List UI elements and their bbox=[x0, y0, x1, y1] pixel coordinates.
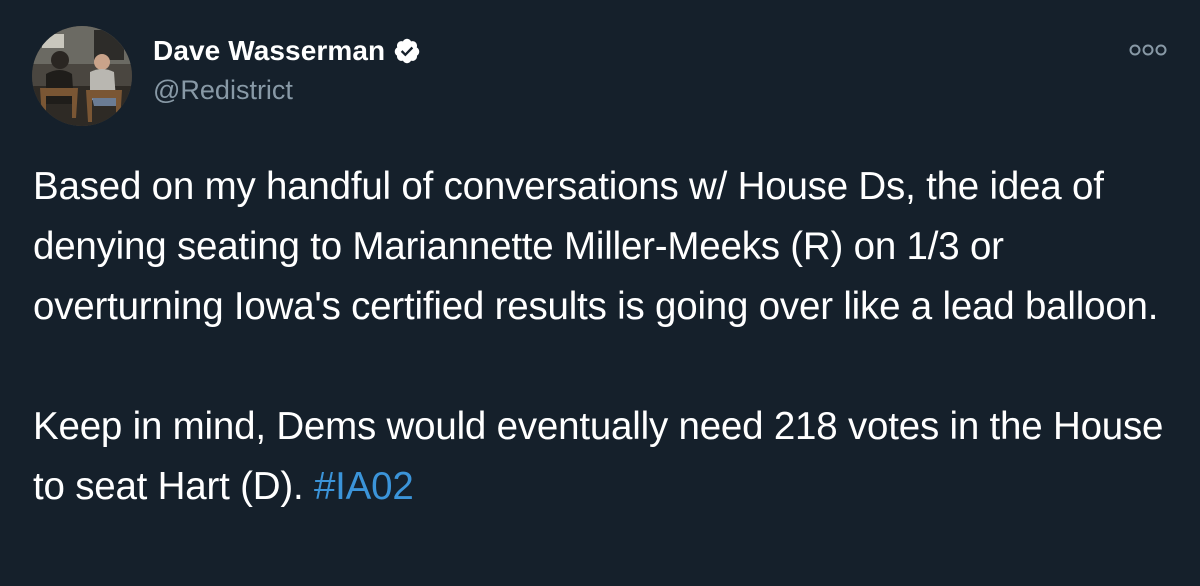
author-name-row: Dave Wasserman bbox=[153, 35, 421, 67]
verified-badge-icon bbox=[393, 37, 421, 65]
tweet-paragraph-1: Based on my handful of conversations w/ … bbox=[33, 165, 1159, 328]
tweet-card: Dave Wasserman @Redistrict Based on my h… bbox=[0, 0, 1200, 586]
tweet-paragraph-2: Keep in mind, Dems would eventually need… bbox=[33, 397, 1173, 517]
more-options-icon[interactable] bbox=[1128, 40, 1168, 60]
tweet-paragraph-2-text: Keep in mind, Dems would eventually need… bbox=[33, 405, 1164, 508]
author-display-name[interactable]: Dave Wasserman bbox=[153, 35, 385, 67]
hashtag-link[interactable]: #IA02 bbox=[314, 465, 414, 508]
tweet-text: Based on my handful of conversations w/ … bbox=[33, 157, 1173, 517]
author-handle[interactable]: @Redistrict bbox=[153, 75, 293, 106]
profile-photo-icon bbox=[32, 26, 132, 126]
avatar[interactable] bbox=[32, 26, 132, 126]
